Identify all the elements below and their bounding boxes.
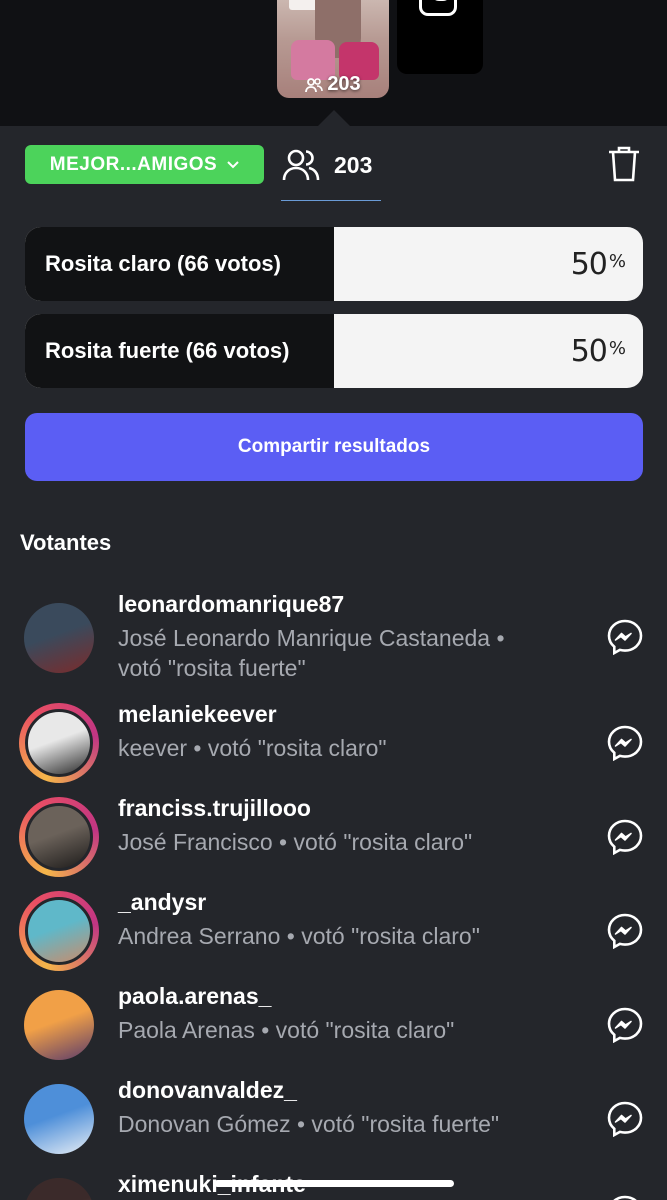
messenger-icon[interactable] bbox=[607, 1101, 643, 1137]
voter-avatar[interactable] bbox=[19, 891, 99, 971]
poll-option-1: Rosita claro (66 votos) 50% bbox=[25, 227, 643, 301]
voter-username[interactable]: paola.arenas_ bbox=[118, 983, 271, 1010]
voter-meta: Paola Arenas • votó "rosita claro" bbox=[118, 1017, 455, 1043]
voter-avatar[interactable] bbox=[19, 1173, 99, 1200]
next-story-thumbnail[interactable] bbox=[397, 0, 483, 74]
home-indicator[interactable] bbox=[214, 1180, 454, 1187]
audience-label: MEJOR...AMIGOS bbox=[49, 153, 218, 175]
voter-username[interactable]: melaniekeever bbox=[118, 701, 277, 728]
voter-avatar[interactable] bbox=[19, 1079, 99, 1159]
messenger-icon[interactable] bbox=[607, 1007, 643, 1043]
story-view-count-text: 203 bbox=[327, 73, 361, 95]
voter-meta: José Leonardo Manrique Castaneda • bbox=[118, 625, 505, 651]
voter-username[interactable]: leonardomanrique87 bbox=[118, 591, 344, 618]
avatar bbox=[25, 709, 93, 777]
voter-avatar[interactable] bbox=[19, 598, 99, 678]
viewers-tab[interactable]: 203 bbox=[282, 145, 372, 185]
poll-option-2-percent: 50% bbox=[570, 314, 626, 388]
poll-option-2-label: Rosita fuerte (66 votos) bbox=[45, 338, 290, 363]
voter-username[interactable]: franciss.trujillooo bbox=[118, 795, 311, 822]
messenger-icon[interactable] bbox=[607, 619, 643, 655]
avatar bbox=[24, 603, 94, 673]
voter-meta: Andrea Serrano • votó "rosita claro" bbox=[118, 923, 480, 949]
messenger-icon[interactable] bbox=[607, 725, 643, 761]
poll-option-1-percent-sign: % bbox=[608, 250, 626, 272]
avatar bbox=[25, 803, 93, 871]
avatar bbox=[24, 1084, 94, 1154]
share-results-button[interactable]: Compartir resultados bbox=[25, 413, 643, 481]
viewers-icon bbox=[305, 77, 324, 92]
poll-option-1-percent-value: 50 bbox=[570, 246, 608, 282]
viewer-count: 203 bbox=[334, 151, 373, 178]
poll-option-2-percent-value: 50 bbox=[570, 333, 608, 369]
poll-option-1-label: Rosita claro (66 votos) bbox=[45, 251, 281, 276]
share-results-label: Compartir resultados bbox=[237, 436, 431, 457]
messenger-icon[interactable] bbox=[607, 819, 643, 855]
audience-dropdown[interactable]: MEJOR...AMIGOS bbox=[25, 145, 264, 184]
voter-meta: keever • votó "rosita claro" bbox=[118, 735, 387, 761]
viewers-tab-indicator bbox=[281, 200, 381, 201]
avatar bbox=[25, 897, 93, 965]
messenger-icon[interactable] bbox=[607, 1195, 643, 1200]
messenger-icon[interactable] bbox=[607, 913, 643, 949]
trash-icon[interactable] bbox=[606, 145, 642, 183]
story-view-count: 203 bbox=[277, 73, 389, 96]
people-icon bbox=[282, 149, 320, 181]
voter-username[interactable]: _andysr bbox=[118, 889, 206, 916]
voter-meta: José Francisco • votó "rosita claro" bbox=[118, 829, 473, 855]
poll-option-2-percent-sign: % bbox=[608, 337, 626, 359]
voter-avatar[interactable] bbox=[19, 703, 99, 783]
voter-username[interactable]: donovanvaldez_ bbox=[118, 1077, 297, 1104]
selected-story-pointer bbox=[318, 110, 350, 126]
poll-option-1-percent: 50% bbox=[570, 227, 626, 301]
voter-avatar[interactable] bbox=[19, 985, 99, 1065]
avatar bbox=[24, 1178, 94, 1200]
chevron-down-icon bbox=[227, 160, 239, 168]
voter-avatar[interactable] bbox=[19, 797, 99, 877]
poll-option-2: Rosita fuerte (66 votos) 50% bbox=[25, 314, 643, 388]
story-thumbnail[interactable]: 203 bbox=[277, 0, 389, 98]
voters-section-title: Votantes bbox=[20, 530, 112, 555]
voter-vote: votó "rosita fuerte" bbox=[118, 655, 306, 681]
voter-meta: Donovan Gómez • votó "rosita fuerte" bbox=[118, 1111, 500, 1137]
avatar bbox=[24, 990, 94, 1060]
instagram-camera-icon bbox=[419, 0, 457, 16]
